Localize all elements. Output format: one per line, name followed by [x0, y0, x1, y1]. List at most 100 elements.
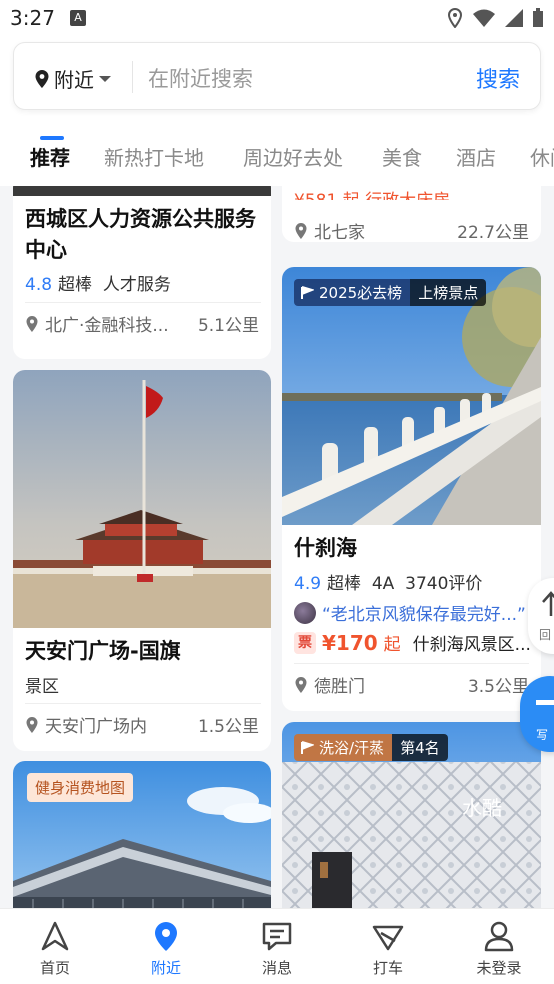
- distance-text: 3.5公里: [467, 677, 529, 697]
- search-divider: [132, 61, 133, 93]
- location-text: 北广·金融科技...: [45, 316, 169, 336]
- card-photo: [13, 186, 271, 196]
- rank-badge-left: 洗浴/汗蒸: [294, 734, 393, 761]
- card-location: 北广·金融科技...: [25, 311, 169, 336]
- caret-down-icon: [99, 75, 111, 82]
- tab-food[interactable]: 美食: [382, 142, 422, 171]
- user-quote: “老北京风貌保存最完好...”: [294, 600, 526, 625]
- distance-text: 5.1公里: [197, 316, 259, 336]
- card-bath[interactable]: 洗浴/汗蒸 第4名 水酷: [282, 722, 541, 908]
- search-bar[interactable]: 附近 在附近搜索 搜索: [13, 42, 541, 110]
- category-tabs: 推荐 新热打卡地 周边好去处 美食 酒店 休闲: [0, 136, 554, 186]
- location-pin-icon: [26, 315, 38, 332]
- status-right-icons: [446, 8, 544, 28]
- search-input[interactable]: 在附近搜索: [148, 63, 253, 93]
- location-selector[interactable]: 附近: [34, 64, 112, 93]
- nav-profile[interactable]: 未登录: [444, 909, 554, 984]
- nav-label: 未登录: [476, 959, 522, 977]
- card-tiananmen[interactable]: 天安门广场-国旗 景区 天安门广场内 1.5公里: [13, 370, 271, 751]
- category-label: 人才服务: [102, 275, 171, 295]
- distance-text: 22.7公里: [457, 223, 529, 242]
- nav-messages[interactable]: 消息: [222, 909, 332, 984]
- card-meta: 4.9 超棒 4A 3740评价: [294, 569, 482, 594]
- rank-label: 2025必去榜: [319, 284, 403, 302]
- card-meta: 4.8 超棒 人才服务: [25, 270, 171, 295]
- header: 附近 在附近搜索 搜索 推荐 新热打卡地 周边好去处 美食 酒店 休闲: [0, 36, 554, 186]
- card-hotel-partial[interactable]: ¥581 起 行政大床房 北七家 22.7公里: [282, 186, 541, 242]
- location-status-icon: [447, 8, 463, 28]
- status-time: 3:27: [10, 6, 55, 30]
- price-row: 票 ¥170 起 什刹海风景区...: [294, 630, 531, 655]
- category-label: 景区: [25, 677, 59, 697]
- location-text: 天安门广场内: [45, 717, 147, 737]
- rating-score: 4.8: [25, 275, 53, 295]
- card-shichahai[interactable]: 2025必去榜 上榜景点 什刹海 4.9 超棒 4A 3740评价 “老北京风貌保…: [282, 267, 541, 711]
- search-button[interactable]: 搜索: [476, 62, 520, 94]
- bottom-nav: 首页 附近 消息 打车 未登录: [0, 908, 554, 984]
- building-sign: 水酷: [462, 796, 502, 820]
- distance-text: 1.5公里: [197, 717, 259, 737]
- tab-hotel[interactable]: 酒店: [456, 142, 496, 171]
- nearby-pin-icon: [155, 922, 177, 951]
- arrow-up-icon: [542, 591, 554, 616]
- flag-icon: [301, 740, 314, 754]
- price-value: ¥170: [322, 630, 378, 655]
- nav-taxi[interactable]: 打车: [333, 909, 443, 984]
- rating-level: 超棒: [58, 275, 93, 295]
- card-title: 天安门广场-国旗: [25, 639, 181, 663]
- card-location: 德胜门: [294, 672, 365, 697]
- tab-leisure[interactable]: 休闲: [530, 142, 554, 171]
- nav-label: 首页: [39, 959, 70, 977]
- shichahai-rank-badge: 2025必去榜 上榜景点: [294, 279, 487, 306]
- tab-trending[interactable]: 新热打卡地: [104, 142, 204, 171]
- ticket-icon: 票: [294, 631, 316, 654]
- minus-icon: [536, 700, 554, 705]
- feed[interactable]: 西城区人力资源公共服务中心 4.8 超棒 人才服务 北广·金融科技... 5.1公…: [0, 186, 554, 908]
- page: 3:27 A 附近 在附近搜索 搜索 推荐 新热打卡地 周边好去处 美食 酒店: [0, 0, 554, 984]
- signal-icon: [505, 9, 523, 27]
- nav-nearby[interactable]: 附近: [111, 909, 221, 984]
- nav-label: 消息: [261, 959, 292, 977]
- card-fitness[interactable]: 健身消费地图: [13, 761, 271, 908]
- price-description: 什刹海风景区...: [412, 635, 531, 655]
- card-location: 北七家: [294, 218, 365, 242]
- location-text: 北七家: [314, 223, 365, 242]
- card-divider: [294, 663, 529, 664]
- message-icon: [262, 922, 292, 951]
- user-icon: [484, 921, 514, 952]
- write-label: 写: [536, 728, 549, 742]
- wifi-icon: [473, 9, 495, 27]
- quote-text: “老北京风貌保存最完好...”: [322, 605, 526, 625]
- location-pin-icon: [26, 716, 38, 733]
- card-divider: [25, 703, 261, 704]
- active-tab-indicator: [40, 136, 64, 140]
- back-to-top-label: 回: [539, 628, 552, 642]
- tab-nearby-spots[interactable]: 周边好去处: [243, 142, 343, 171]
- location-label: 附近: [54, 68, 94, 92]
- avatar: [294, 601, 316, 624]
- grade-label: 4A: [371, 574, 395, 594]
- location-pin-icon: [35, 69, 49, 88]
- home-icon: [41, 921, 69, 951]
- rank-tag: 第4名: [392, 734, 448, 761]
- flag-icon: [301, 285, 314, 299]
- fitness-badge: 健身消费地图: [27, 773, 134, 802]
- nav-home[interactable]: 首页: [0, 909, 110, 984]
- rank-tag: 上榜景点: [410, 279, 487, 306]
- nav-label: 打车: [372, 959, 403, 977]
- tiananmen-photo: [13, 370, 271, 628]
- location-text: 德胜门: [314, 677, 365, 697]
- taxi-icon: [372, 925, 404, 951]
- card-talent-center[interactable]: 西城区人力资源公共服务中心 4.8 超棒 人才服务 北广·金融科技... 5.1公…: [13, 186, 271, 359]
- rating-level: 超棒: [327, 574, 362, 594]
- rating-score: 4.9: [294, 574, 322, 594]
- battery-icon: [533, 8, 543, 27]
- nav-label: 附近: [150, 959, 181, 977]
- back-to-top-button[interactable]: 回: [528, 578, 554, 654]
- card-title: 西城区人力资源公共服务中心: [25, 207, 256, 262]
- price-suffix: 起: [383, 635, 401, 655]
- rank-badge-left: 2025必去榜: [294, 279, 411, 306]
- card-divider: [25, 302, 261, 303]
- card-location: 天安门广场内: [25, 712, 147, 737]
- tab-recommend[interactable]: 推荐: [30, 142, 70, 171]
